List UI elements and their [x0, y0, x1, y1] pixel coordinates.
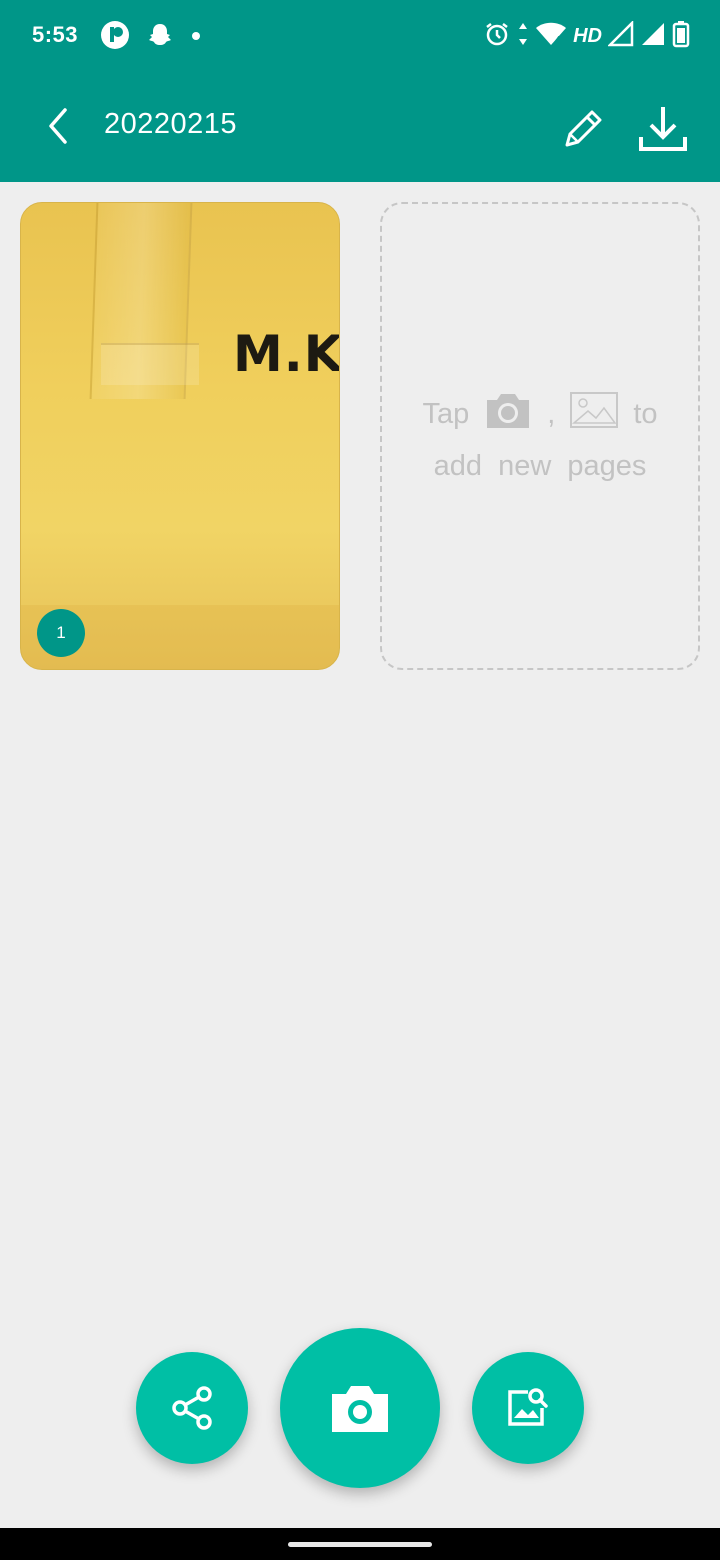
camera-icon — [483, 390, 533, 438]
status-time: 5:53 — [32, 22, 79, 47]
chevron-left-icon — [49, 108, 67, 144]
app-bar: 20220215 — [0, 72, 720, 182]
page-number-badge: 1 — [37, 609, 85, 657]
dot-icon — [190, 29, 202, 47]
status-right-icons: 4 HD — [483, 19, 690, 53]
photo-tape-band — [101, 343, 199, 385]
network-type-label: HD — [573, 25, 602, 47]
download-icon — [639, 107, 687, 151]
signal-icon — [606, 19, 634, 52]
add-page-placeholder[interactable]: Tap , to add new pages — [380, 202, 700, 670]
image-search-icon — [508, 1388, 548, 1426]
svg-text:4: 4 — [555, 35, 562, 46]
wifi-icon: 4 — [535, 21, 567, 52]
status-left-icons — [100, 20, 202, 55]
snapchat-icon — [146, 21, 174, 54]
add-hint-line2: add new pages — [433, 450, 647, 482]
photo-text: M.K — [233, 325, 340, 383]
download-button[interactable] — [632, 98, 694, 160]
battery-icon — [672, 20, 690, 53]
share-button[interactable] — [136, 1352, 248, 1464]
gallery-icon — [569, 390, 619, 438]
alarm-icon — [483, 20, 511, 53]
system-navigation-bar — [0, 1528, 720, 1560]
document-title[interactable]: 20220215 — [104, 108, 237, 141]
camera-capture-button[interactable] — [280, 1328, 440, 1488]
import-image-button[interactable] — [472, 1352, 584, 1464]
hint-separator: , — [547, 397, 556, 430]
signal-icon — [640, 21, 666, 52]
pencil-icon — [565, 110, 602, 147]
page-thumbnail[interactable]: M.K 1 — [20, 202, 340, 670]
edit-title-button[interactable] — [552, 98, 614, 160]
hint-to-text: to — [633, 397, 658, 430]
share-icon — [172, 1386, 212, 1430]
status-bar: 5:53 4 HD — [0, 0, 720, 72]
app-notification-icon — [100, 20, 130, 55]
home-gesture-handle[interactable] — [288, 1542, 432, 1547]
hint-tap-text: Tap — [422, 397, 470, 430]
camera-icon — [332, 1386, 388, 1432]
back-button[interactable] — [34, 102, 82, 150]
add-hint-line1: Tap , to — [382, 390, 698, 438]
data-arrows-icon — [517, 21, 529, 52]
